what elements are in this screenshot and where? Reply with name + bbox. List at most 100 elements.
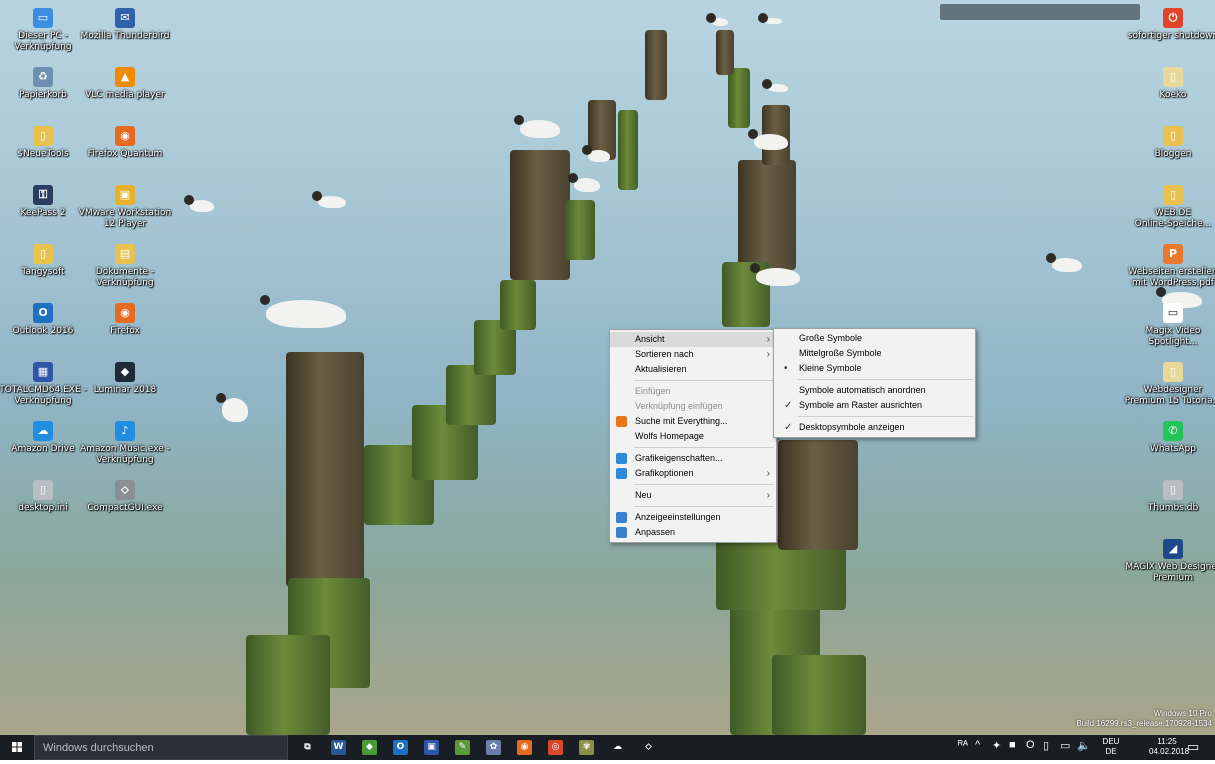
desktop-icon-label: MAGIX Web Designer Premium — [1125, 562, 1215, 583]
firefox-icon[interactable]: ◉ — [517, 740, 532, 755]
desktop-icon[interactable]: ▣ VMware Workstation 12 Player — [75, 185, 175, 230]
radio-bullet-icon: • — [784, 363, 788, 374]
start-button[interactable] — [0, 735, 34, 760]
network-tray-icon[interactable]: ✦ — [992, 739, 1001, 752]
menu-item[interactable]: ✓ Desktopsymbole anzeigen — [774, 420, 975, 435]
taskbar-search-box[interactable]: Windows durchsuchen — [34, 735, 288, 760]
floppy-save-icon[interactable]: ▣ — [424, 740, 439, 755]
wallpaper-wooden-post — [510, 150, 570, 280]
menu-separator — [634, 484, 774, 485]
outlook-icon[interactable]: O — [393, 740, 408, 755]
desktop-icon[interactable]: ◆ Luminar 2018 — [75, 362, 175, 396]
battery-icon[interactable]: ▯ — [1043, 739, 1049, 752]
amazon-music-icon: ♪ — [115, 421, 135, 441]
menu-item[interactable]: Neu › — [610, 488, 776, 503]
menu-item[interactable]: Aktualisieren — [610, 362, 776, 377]
menu-item: Verknüpfung einfügen — [610, 399, 776, 414]
graphics-icon — [616, 468, 627, 479]
desktop-icon-label: WhatsApp — [1150, 444, 1196, 454]
plant-icon[interactable]: ✾ — [579, 740, 594, 755]
desktop-icon[interactable]: P Webseiten erstellen mit WordPress.pdf — [1123, 244, 1215, 289]
desktop-icon[interactable]: ◢ MAGIX Web Designer Premium — [1123, 539, 1215, 584]
tool-icon[interactable]: ⬦ — [641, 740, 656, 755]
desktop-icon-label: Dokumente - Verknüpfung — [95, 267, 155, 288]
menu-item[interactable]: • Kleine Symbole — [774, 361, 975, 376]
desktop-icon-label: Magix Video Spotlight... — [1145, 326, 1201, 347]
app-icon: ⬦ — [115, 480, 135, 500]
desktop-icon[interactable]: ▲ VLC media player — [75, 67, 175, 101]
menu-item-label: Symbole am Raster ausrichten — [799, 400, 923, 410]
menu-item[interactable]: ✓ Symbole am Raster ausrichten — [774, 398, 975, 413]
wallpaper-wooden-post — [286, 352, 364, 587]
onedrive-icon[interactable]: O — [1026, 739, 1035, 751]
menu-separator — [634, 380, 774, 381]
desktop-icon[interactable]: ✆ WhatsApp — [1123, 421, 1215, 455]
volume-icon[interactable]: 🔈 — [1077, 739, 1091, 752]
menu-item[interactable]: Symbole automatisch anordnen — [774, 383, 975, 398]
display-tray-icon[interactable]: ▭ — [1060, 739, 1070, 752]
paint-icon[interactable]: ✿ — [486, 740, 501, 755]
desktop-icon[interactable]: ◉ Firefox — [75, 303, 175, 337]
wallpaper-seagull — [216, 393, 248, 422]
menu-separator — [798, 379, 973, 380]
wallpaper-seagull — [514, 115, 560, 138]
desktop-icon-label: Webdesigner Premium 15 Tutoria... — [1124, 385, 1215, 406]
desktop-icon[interactable]: ⬦ CompactGUI.exe — [75, 480, 175, 514]
cloud-upload-icon[interactable]: ☁ — [610, 740, 625, 755]
file-icon: ▯ — [1163, 480, 1183, 500]
app-tray-icon[interactable]: ■ — [1009, 739, 1016, 751]
thunderbird-icon: ✉ — [115, 8, 135, 28]
menu-item[interactable]: Ansicht › — [610, 332, 776, 347]
keepass-icon: ⚿ — [33, 185, 53, 205]
file-icon: ▯ — [1163, 362, 1183, 382]
desktop-icon[interactable]: ▯ Bloggen — [1123, 126, 1215, 160]
menu-item-label: Anzeigeeinstellungen — [635, 512, 721, 522]
menu-item-label: Wolfs Homepage — [635, 431, 704, 441]
action-center-icon[interactable]: ▭ — [1187, 739, 1199, 755]
word-icon[interactable]: W — [331, 740, 346, 755]
watermark-edition: Windows 10 Pro — [1153, 709, 1212, 718]
desktop-icon[interactable]: ♪ Amazon Music.exe - Verknüpfung — [75, 421, 175, 466]
menu-item[interactable]: Mittelgroße Symbole — [774, 346, 975, 361]
file-icon: ▯ — [33, 480, 53, 500]
menu-item-label: Einfügen — [635, 386, 671, 396]
desktop-icon[interactable]: ▯ Webdesigner Premium 15 Tutoria... — [1123, 362, 1215, 407]
menu-item[interactable]: Grafikeigenschaften... — [610, 451, 776, 466]
desktop-icon-label: WEB.DE Online-Speiche... — [1134, 208, 1212, 229]
task-view-icon[interactable]: ⧉ — [300, 740, 315, 755]
menu-item-label: Mittelgroße Symbole — [799, 348, 882, 358]
clock-time: 11:25 — [1157, 737, 1177, 746]
wallpaper-seagull — [184, 195, 214, 212]
menu-item[interactable]: Große Symbole — [774, 331, 975, 346]
desktop-wallpaper[interactable]: ▭ Dieser PC - Verknüpfung ✉ Mozilla Thunder… — [0, 0, 1215, 735]
desktop-icon-label: CompactGUI.exe — [87, 503, 163, 513]
desktop-icon[interactable]: ▭ Magix Video Spotlight... — [1123, 303, 1215, 348]
people-icon[interactable]: ᴿᴬ — [958, 739, 968, 751]
wallpaper-mossy-post — [772, 655, 866, 735]
notepad-icon[interactable]: ✎ — [455, 740, 470, 755]
desktop-icon-label: Webseiten erstellen mit WordPress.pdf — [1128, 267, 1215, 288]
desktop-icon[interactable]: ◉ Firefox Quantum — [75, 126, 175, 160]
menu-item[interactable]: Wolfs Homepage — [610, 429, 776, 444]
desktop-icon[interactable]: ▯ Koeko — [1123, 67, 1215, 101]
desktop-icon[interactable]: ⏻ sofortiger shutdown — [1123, 8, 1215, 42]
menu-item-label: Suche mit Everything... — [635, 416, 728, 426]
app-green-icon[interactable]: ◆ — [362, 740, 377, 755]
taskbar-clock[interactable]: 11:25 04.02.2018 — [1149, 737, 1189, 757]
desktop-icon[interactable]: ▯ Thumbs.db — [1123, 480, 1215, 514]
desktop-icon[interactable]: ▤ Dokumente - Verknüpfung — [75, 244, 175, 289]
desktop-icon[interactable]: ✉ Mozilla Thunderbird — [75, 8, 175, 42]
menu-item[interactable]: Anzeigeeinstellungen — [610, 510, 776, 525]
chevron-right-icon: › — [766, 468, 770, 479]
desktop-icon[interactable]: ▯ WEB.DE Online-Speiche... — [1123, 185, 1215, 230]
menu-item[interactable]: Anpassen — [610, 525, 776, 540]
input-language-indicator[interactable]: DEU DE — [1100, 737, 1122, 757]
menu-item[interactable]: Sortieren nach › — [610, 347, 776, 362]
chevron-up-icon[interactable]: ^ — [975, 739, 980, 751]
menu-item[interactable]: Suche mit Everything... — [610, 414, 776, 429]
menu-item[interactable]: Grafikoptionen › — [610, 466, 776, 481]
desktop-icon-label: Mozilla Thunderbird — [80, 31, 170, 41]
chrome-icon[interactable]: ◎ — [548, 740, 563, 755]
wallpaper-seagull — [758, 13, 782, 24]
wallpaper-seagull — [750, 263, 800, 286]
